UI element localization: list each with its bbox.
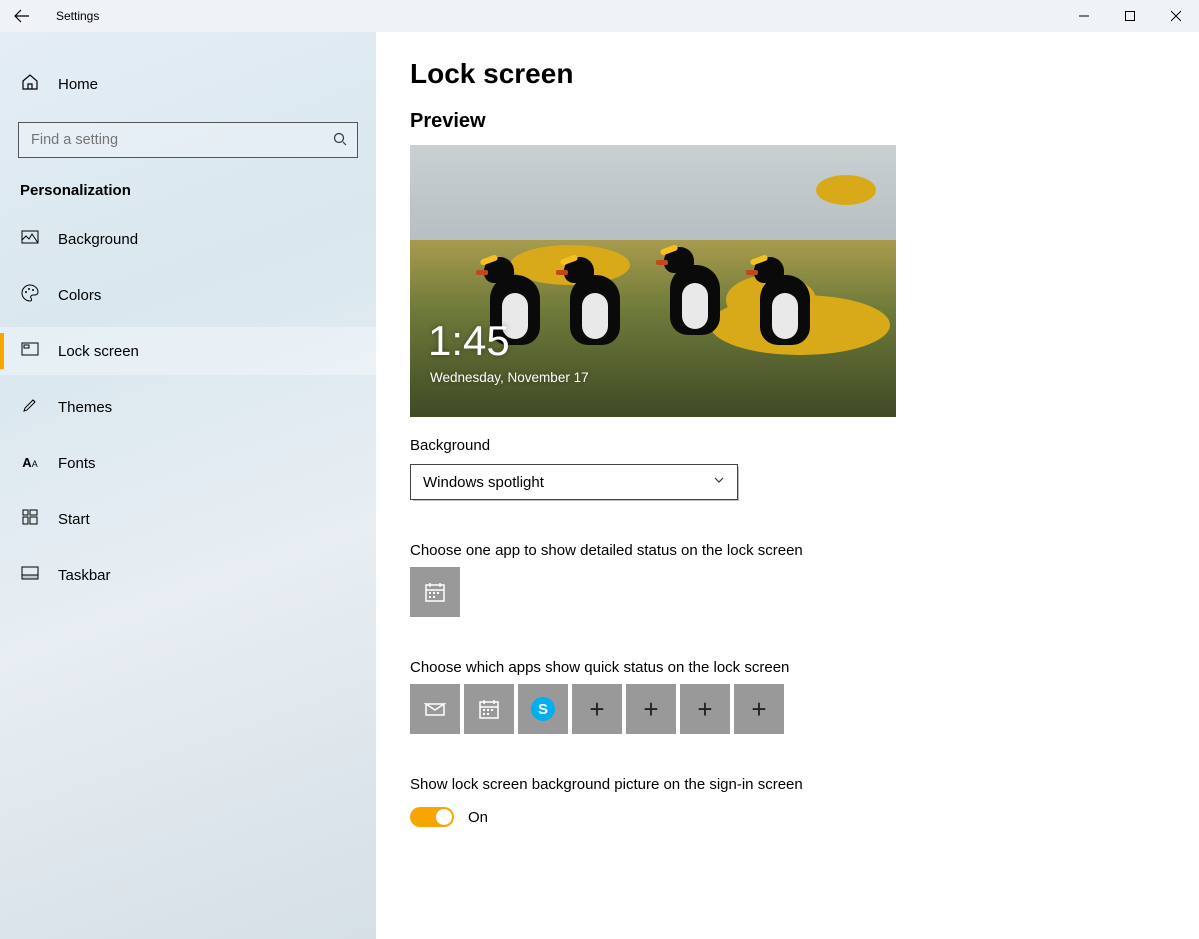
sidebar-item-label: Start <box>58 511 90 528</box>
background-select[interactable]: Windows spotlight <box>410 464 738 500</box>
quick-status-slot-empty[interactable]: + <box>734 684 784 734</box>
sidebar-category: Personalization <box>20 182 376 199</box>
maximize-button[interactable] <box>1107 0 1153 32</box>
sidebar-item-taskbar[interactable]: Taskbar <box>0 551 376 599</box>
palette-icon <box>20 284 40 307</box>
sidebar-item-themes[interactable]: Themes <box>0 383 376 431</box>
plus-icon: + <box>589 694 604 725</box>
minimize-button[interactable] <box>1061 0 1107 32</box>
quick-status-slot-empty[interactable]: + <box>680 684 730 734</box>
font-icon: AA <box>20 454 40 472</box>
sidebar-item-background[interactable]: Background <box>0 215 376 263</box>
app-title: Settings <box>44 9 99 23</box>
page-title: Lock screen <box>410 58 1165 90</box>
skype-icon: S <box>531 697 555 721</box>
minimize-icon <box>1079 11 1089 21</box>
sidebar-home-label: Home <box>58 76 98 93</box>
sidebar-item-lock-screen[interactable]: Lock screen <box>0 327 376 375</box>
brush-icon <box>20 396 40 419</box>
preview-date: Wednesday, November 17 <box>430 370 589 385</box>
search-input[interactable] <box>29 131 333 149</box>
quick-status-slot-calendar[interactable] <box>464 684 514 734</box>
maximize-icon <box>1125 11 1135 21</box>
calendar-icon <box>477 697 501 721</box>
background-label: Background <box>410 437 1165 454</box>
sidebar: Home Personalization Background Colors L… <box>0 32 376 939</box>
back-arrow-icon <box>14 8 30 24</box>
titlebar: Settings <box>0 0 1199 32</box>
quick-status-slot-mail[interactable] <box>410 684 460 734</box>
quick-status-slot-skype[interactable]: S <box>518 684 568 734</box>
close-button[interactable] <box>1153 0 1199 32</box>
sidebar-item-label: Background <box>58 231 138 248</box>
mail-icon <box>423 697 447 721</box>
detailed-status-slot-calendar[interactable] <box>410 567 460 617</box>
preview-heading: Preview <box>410 110 1165 133</box>
background-value: Windows spotlight <box>423 474 544 491</box>
grid-icon <box>20 509 40 530</box>
signin-background-state: On <box>468 809 488 826</box>
sidebar-item-colors[interactable]: Colors <box>0 271 376 319</box>
sidebar-item-label: Lock screen <box>58 343 139 360</box>
sidebar-item-start[interactable]: Start <box>0 495 376 543</box>
search-icon <box>333 132 347 149</box>
plus-icon: + <box>643 694 658 725</box>
sidebar-home[interactable]: Home <box>0 60 376 108</box>
sidebar-item-label: Themes <box>58 399 112 416</box>
signin-background-label: Show lock screen background picture on t… <box>410 776 1165 793</box>
back-button[interactable] <box>0 0 44 32</box>
preview-time: 1:45 <box>428 317 510 365</box>
quick-status-slot-empty[interactable]: + <box>626 684 676 734</box>
sidebar-item-label: Fonts <box>58 455 96 472</box>
lock-screen-icon <box>20 340 40 363</box>
search-box[interactable] <box>18 122 358 158</box>
signin-background-toggle[interactable] <box>410 807 454 827</box>
quick-status-slot-empty[interactable]: + <box>572 684 622 734</box>
sidebar-item-fonts[interactable]: AA Fonts <box>0 439 376 487</box>
lock-screen-preview[interactable]: 1:45 Wednesday, November 17 <box>410 145 896 417</box>
detailed-status-label: Choose one app to show detailed status o… <box>410 542 1165 559</box>
home-icon <box>20 73 40 96</box>
content-area: Lock screen Preview 1:45 Wednesday, Nove… <box>376 32 1199 939</box>
chevron-down-icon <box>713 473 725 491</box>
calendar-icon <box>423 580 447 604</box>
quick-status-label: Choose which apps show quick status on t… <box>410 659 1165 676</box>
close-icon <box>1171 11 1181 21</box>
taskbar-icon <box>20 566 40 585</box>
plus-icon: + <box>697 694 712 725</box>
image-icon <box>20 228 40 251</box>
sidebar-item-label: Colors <box>58 287 101 304</box>
plus-icon: + <box>751 694 766 725</box>
sidebar-item-label: Taskbar <box>58 567 111 584</box>
